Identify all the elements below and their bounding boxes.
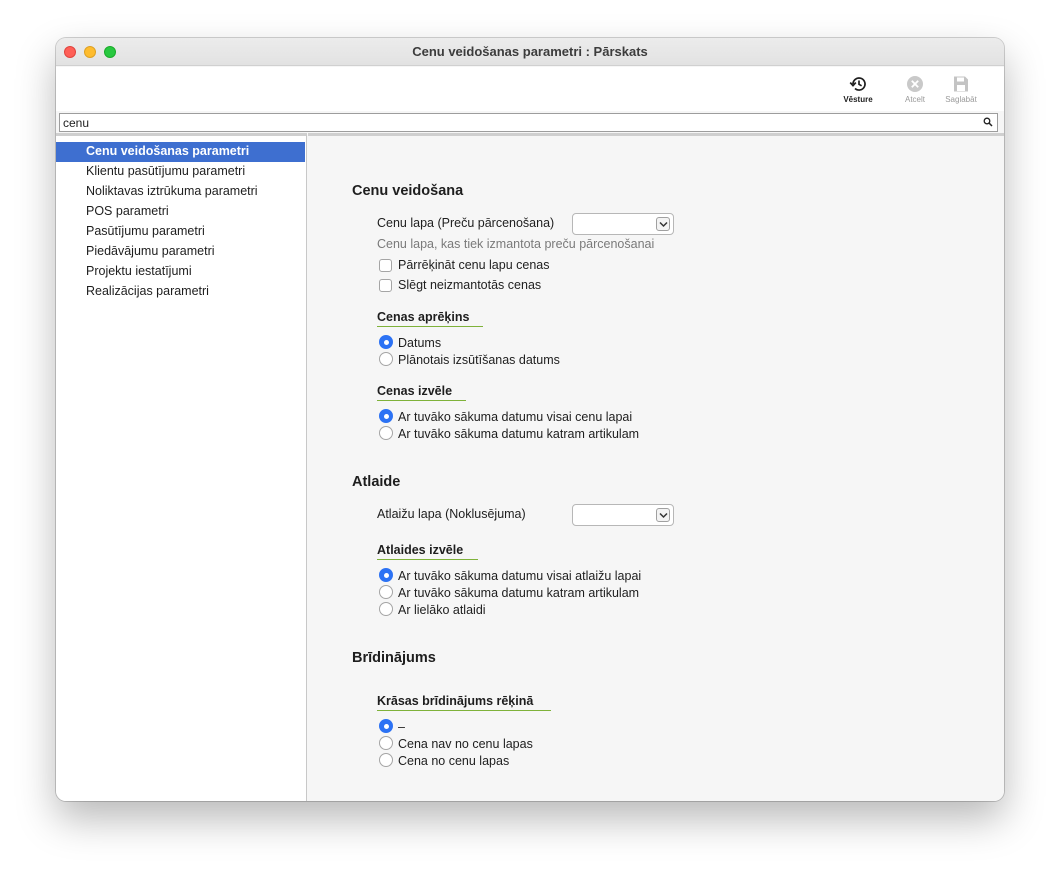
color-warning-radio-none[interactable]	[379, 719, 393, 733]
search-input[interactable]	[60, 114, 970, 131]
discount-choice-radio-whole-list[interactable]	[379, 568, 393, 582]
price-calc-option-planned-date: Plānotais izsūtīšanas datums	[398, 353, 560, 367]
app-window: Cenu veidošanas parametri : Pārskats Vēs…	[56, 38, 1004, 801]
toolbar: Vēsture Atcelt Saglabāt	[56, 67, 1004, 111]
close-unused-prices-checkbox[interactable]	[379, 279, 392, 292]
discount-choice-option-whole-list: Ar tuvāko sākuma datumu visai atlaižu la…	[398, 569, 642, 583]
chevron-down-icon	[656, 217, 670, 231]
color-warning-option-none: –	[398, 720, 405, 734]
price-choice-option-whole-list: Ar tuvāko sākuma datumu visai cenu lapai	[398, 410, 633, 424]
sidebar-item-customer-order-parameters[interactable]: Klientu pasūtījumu parametri	[56, 162, 305, 182]
history-button[interactable]: Vēsture	[833, 75, 883, 104]
discount-choice-title: Atlaides izvēle	[377, 543, 478, 560]
discount-list-label: Atlaižu lapa (Noklusējuma)	[377, 507, 526, 521]
chevron-down-icon	[656, 508, 670, 522]
discount-list-select[interactable]	[572, 504, 674, 526]
price-choice-radio-per-article[interactable]	[379, 426, 393, 440]
history-label: Vēsture	[843, 95, 873, 104]
save-icon	[954, 76, 968, 92]
sidebar-item-sales-parameters[interactable]: Realizācijas parametri	[56, 282, 305, 302]
price-calc-radio-date[interactable]	[379, 335, 393, 349]
recalc-prices-label: Pārrēķināt cenu lapu cenas	[398, 258, 550, 272]
cancel-icon	[907, 76, 923, 92]
save-label: Saglabāt	[945, 95, 977, 104]
discount-choice-option-per-article: Ar tuvāko sākuma datumu katram artikulam	[398, 586, 640, 600]
price-choice-title: Cenas izvēle	[377, 384, 466, 401]
title-bar: Cenu veidošanas parametri : Pārskats	[56, 38, 1004, 66]
sidebar-item-order-parameters[interactable]: Pasūtījumu parametri	[56, 222, 305, 242]
sidebar-item-quotation-parameters[interactable]: Piedāvājumu parametri	[56, 242, 305, 262]
sidebar-item-pricing-parameters[interactable]: Cenu veidošanas parametri	[56, 142, 305, 162]
cancel-label: Atcelt	[904, 95, 925, 104]
price-choice-option-per-article: Ar tuvāko sākuma datumu katram artikulam	[398, 427, 640, 441]
pricing-section-title: Cenu veidošana	[352, 183, 464, 199]
discount-choice-option-largest: Ar lielāko atlaidi	[398, 603, 486, 617]
color-warning-radio-not-from-list[interactable]	[379, 736, 393, 750]
close-unused-prices-label: Slēgt neizmantotās cenas	[398, 278, 542, 292]
sidebar-item-project-settings[interactable]: Projektu iestatījumi	[56, 262, 305, 282]
color-warning-option-not-from-list: Cena nav no cenu lapas	[398, 737, 533, 751]
history-icon	[849, 77, 866, 91]
price-list-label: Cenu lapa (Preču pārcenošana)	[377, 216, 555, 230]
settings-panel: Cenu veidošana Cenu lapa (Preču pārcenoš…	[308, 133, 1004, 801]
price-calc-title: Cenas aprēķins	[377, 310, 483, 327]
cancel-button[interactable]: Atcelt	[890, 75, 940, 104]
search-field	[59, 113, 998, 132]
save-button[interactable]: Saglabāt	[936, 75, 986, 104]
warning-section-title: Brīdinājums	[352, 650, 436, 666]
search-icon[interactable]	[983, 117, 993, 127]
color-warning-title: Krāsas brīdinājums rēķinā	[377, 694, 551, 711]
price-calc-option-date: Datums	[398, 336, 442, 350]
sidebar-item-stock-shortage-parameters[interactable]: Noliktavas iztrūkuma parametri	[56, 182, 305, 202]
price-list-hint: Cenu lapa, kas tiek izmantota preču pārc…	[377, 237, 655, 251]
color-warning-option-from-list: Cena no cenu lapas	[398, 754, 510, 768]
window-title: Cenu veidošanas parametri : Pārskats	[412, 44, 648, 59]
color-warning-radio-from-list[interactable]	[379, 753, 393, 767]
recalc-prices-checkbox[interactable]	[379, 259, 392, 272]
sidebar: Cenu veidošanas parametri Klientu pasūtī…	[56, 133, 307, 801]
price-list-select[interactable]	[572, 213, 674, 235]
price-calc-radio-planned-date[interactable]	[379, 352, 393, 366]
discount-choice-radio-per-article[interactable]	[379, 585, 393, 599]
discount-choice-radio-largest[interactable]	[379, 602, 393, 616]
sidebar-item-pos-parameters[interactable]: POS parametri	[56, 202, 305, 222]
price-choice-radio-whole-list[interactable]	[379, 409, 393, 423]
discount-section-title: Atlaide	[352, 474, 401, 490]
